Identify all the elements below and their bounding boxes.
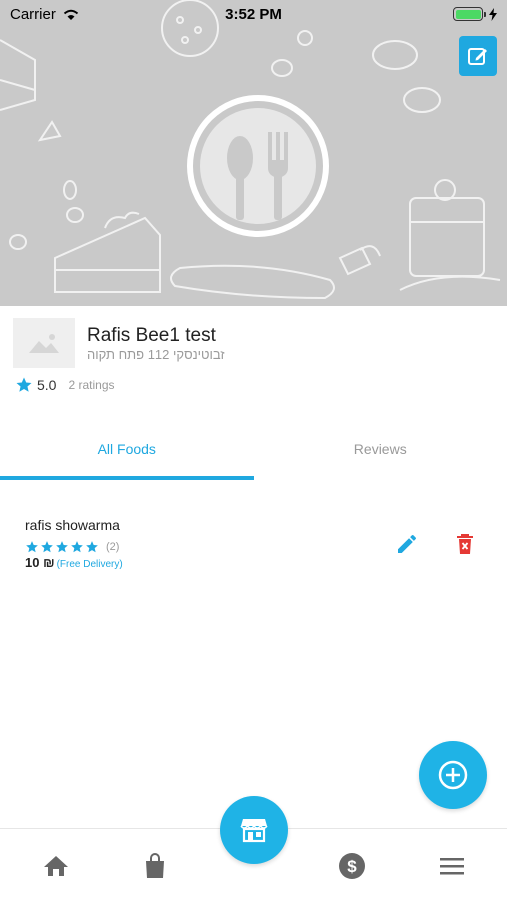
menu-icon <box>440 858 464 875</box>
edit-square-icon <box>468 48 487 65</box>
tab-all-foods[interactable]: All Foods <box>0 430 254 480</box>
rating-value: 5.0 <box>37 377 57 393</box>
star-icon <box>56 541 68 553</box>
star-icon <box>86 541 98 553</box>
star-icon <box>16 377 32 392</box>
tab-bar: All Foods Reviews <box>0 430 507 480</box>
food-doodles-illustration <box>0 0 501 300</box>
food-rating: (2) <box>25 540 119 554</box>
star-icon <box>26 541 38 553</box>
food-review-count: (2) <box>106 541 120 553</box>
star-icon <box>41 541 53 553</box>
nav-store-button[interactable] <box>220 796 288 864</box>
nav-orders[interactable] <box>140 851 170 881</box>
cover-banner <box>0 0 507 306</box>
svg-text:$: $ <box>347 857 357 876</box>
battery-icon <box>453 7 497 21</box>
star-icon <box>71 541 83 553</box>
nav-home[interactable] <box>41 851 71 881</box>
food-list-item[interactable]: rafis showarma (2) 10 ₪ (Free Delivery) <box>0 508 507 574</box>
store-icon <box>240 819 268 843</box>
nav-menu[interactable] <box>437 851 467 881</box>
tab-indicator <box>0 476 254 480</box>
edit-cover-button[interactable] <box>459 36 497 76</box>
shopping-bag-icon <box>146 853 164 878</box>
store-info: Rafis Bee1 test זבוטינסקי 112 פתח תקוה 5… <box>0 306 507 406</box>
store-address: זבוטינסקי 112 פתח תקוה <box>87 347 225 362</box>
add-circle-icon <box>438 760 468 790</box>
ratings-count: 2 ratings <box>68 378 115 392</box>
charging-icon <box>489 7 497 21</box>
tab-all-foods-label: All Foods <box>97 441 156 457</box>
tab-reviews-label: Reviews <box>353 441 407 457</box>
image-placeholder-icon <box>29 334 59 353</box>
food-price-row: 10 ₪ (Free Delivery) <box>25 555 123 570</box>
tab-reviews[interactable]: Reviews <box>254 430 507 480</box>
nav-payments[interactable]: $ <box>337 851 367 881</box>
home-icon <box>44 856 68 876</box>
dollar-icon: $ <box>339 853 365 879</box>
carrier-label: Carrier <box>10 5 56 23</box>
store-name: Rafis Bee1 test <box>87 325 216 346</box>
food-price: 10 ₪ <box>25 555 55 570</box>
pencil-icon <box>398 534 417 553</box>
wifi-icon <box>63 9 78 20</box>
add-food-button[interactable] <box>419 741 487 809</box>
food-delivery: (Free Delivery) <box>56 559 123 570</box>
delete-icon <box>457 534 473 554</box>
delete-food-button[interactable] <box>453 532 477 556</box>
store-rating: 5.0 2 ratings <box>15 376 115 394</box>
food-name: rafis showarma <box>25 517 120 533</box>
edit-food-button[interactable] <box>395 532 419 556</box>
status-left: Carrier <box>10 6 80 23</box>
status-bar: Carrier 3:52 PM <box>0 0 507 28</box>
store-image <box>13 318 75 368</box>
plate-logo <box>187 95 329 237</box>
